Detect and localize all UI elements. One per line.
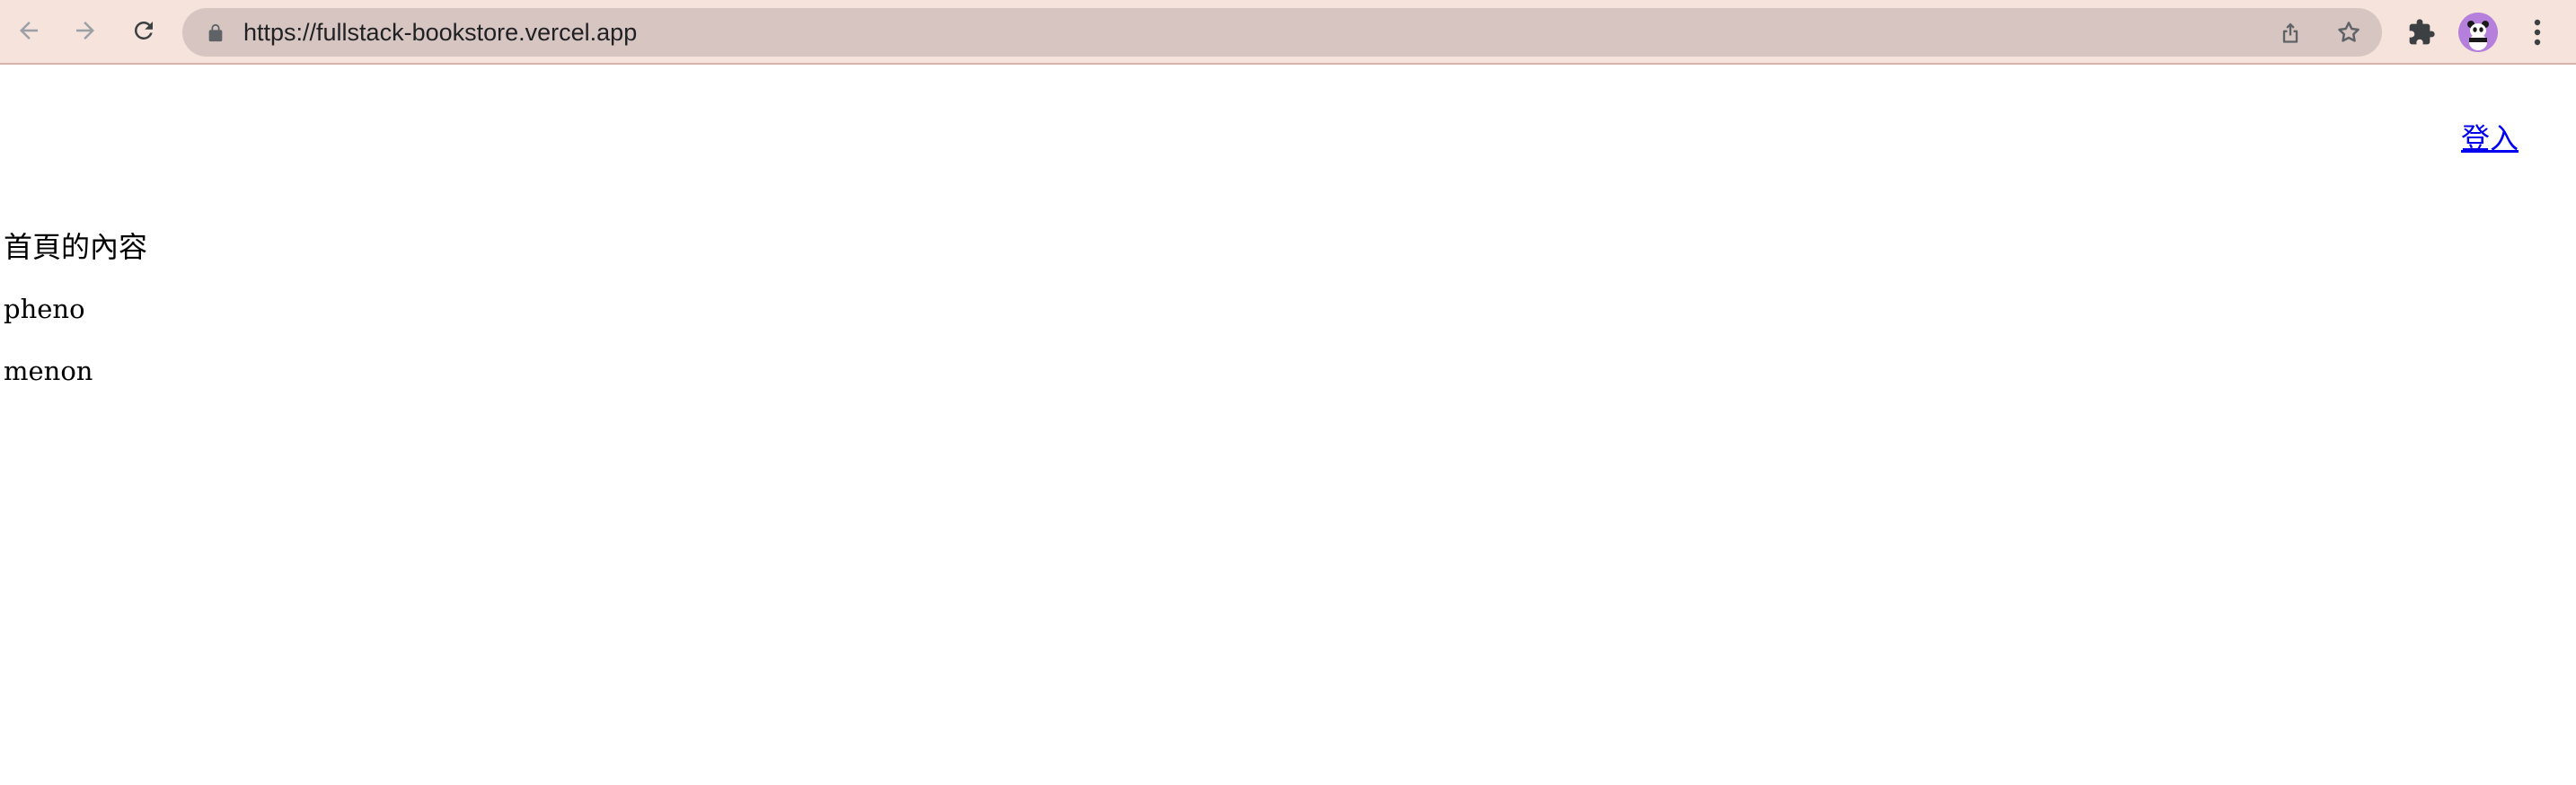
url-text[interactable]: https://fullstack-bookstore.vercel.app [243, 8, 637, 57]
star-icon [2338, 22, 2360, 42]
lock-icon [208, 23, 223, 42]
profile-avatar[interactable] [2458, 13, 2498, 52]
home-content-heading: 首頁的內容 [4, 230, 148, 264]
login-link[interactable]: 登入 [2461, 120, 2519, 156]
back-arrow-icon [20, 22, 38, 40]
extensions-button[interactable] [2405, 16, 2438, 49]
browser-toolbar: https://fullstack-bookstore.vercel.app [0, 0, 2576, 65]
panda-avatar-icon [2458, 13, 2498, 52]
share-icon [2282, 22, 2298, 43]
paragraph-text: menon [4, 356, 93, 386]
back-button[interactable] [11, 13, 47, 49]
browser-menu-button[interactable] [2521, 13, 2554, 52]
more-menu-icon [2534, 19, 2541, 46]
extensions-icon [2409, 19, 2435, 45]
share-button[interactable] [2276, 18, 2305, 47]
reload-icon [135, 22, 153, 40]
bookmark-button[interactable] [2334, 18, 2363, 47]
address-bar[interactable]: https://fullstack-bookstore.vercel.app [182, 8, 2382, 57]
forward-button[interactable] [67, 13, 103, 49]
paragraph-text: pheno [4, 294, 85, 324]
forward-arrow-icon [76, 22, 94, 40]
reload-button[interactable] [126, 13, 162, 49]
